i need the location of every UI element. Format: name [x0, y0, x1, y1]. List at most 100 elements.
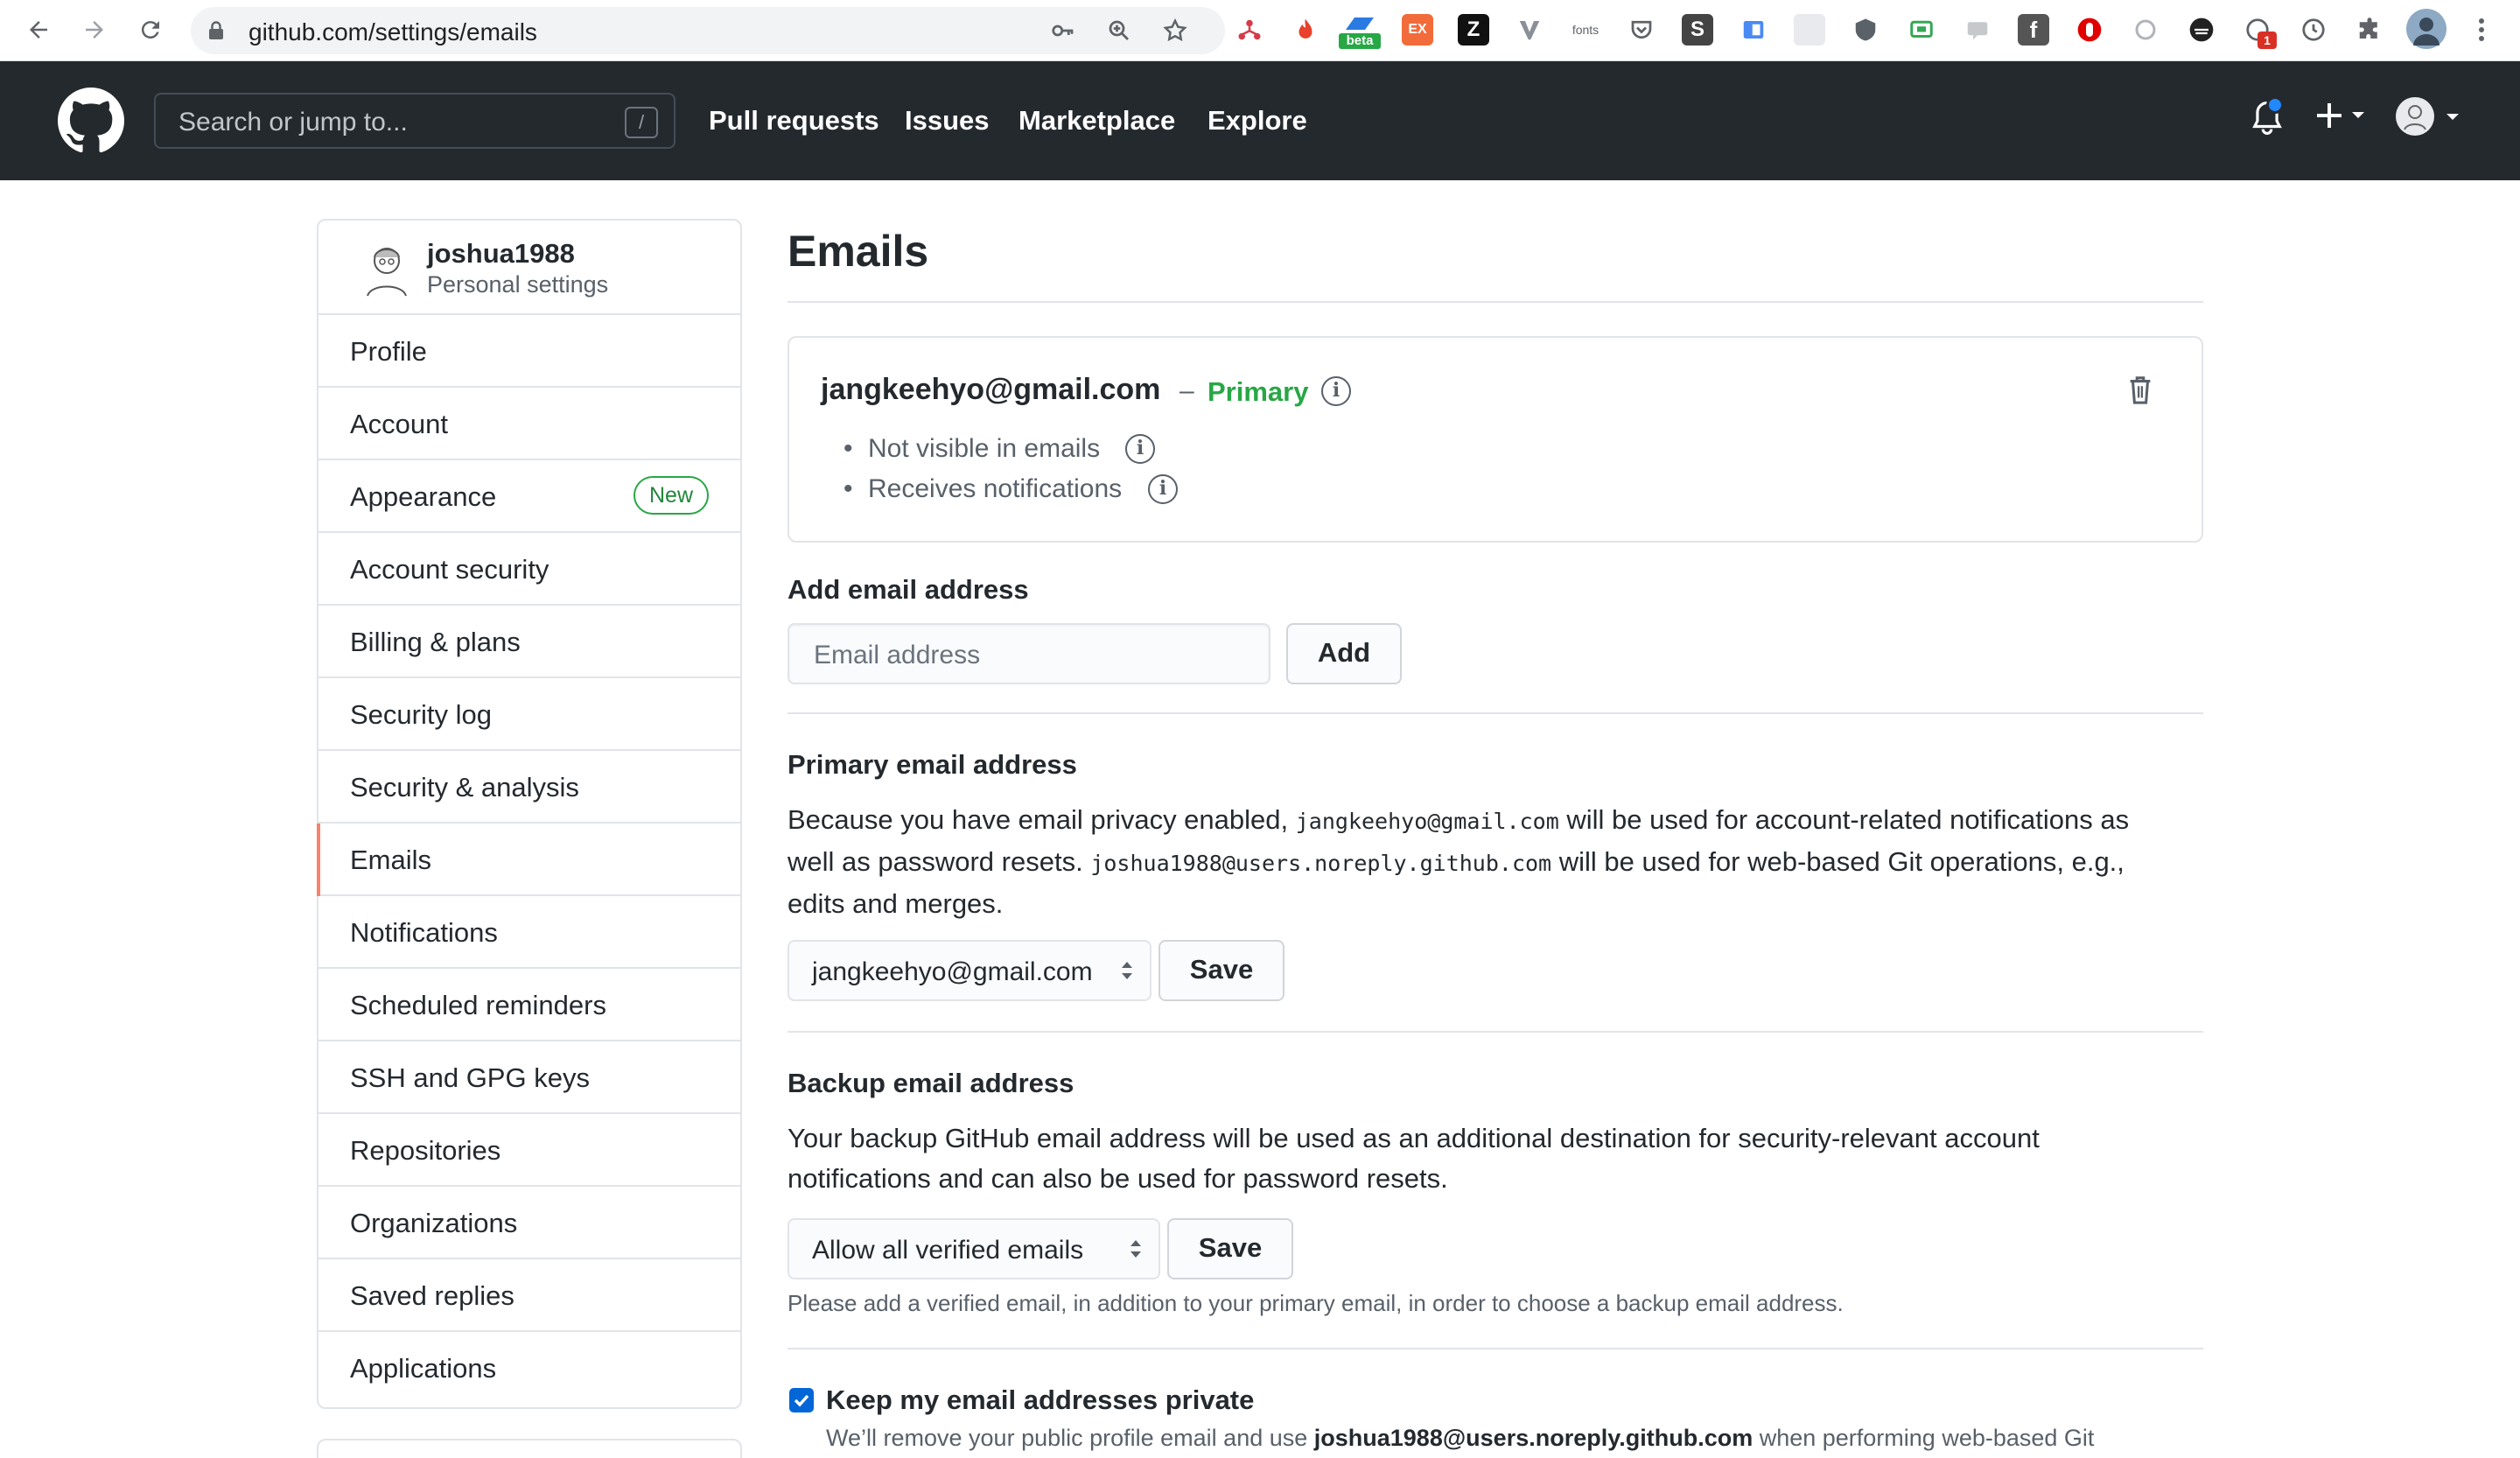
extension-translate-icon[interactable]	[1738, 14, 1769, 46]
sidebar-username[interactable]: joshua1988	[427, 238, 575, 270]
sidebar-item-label: Saved replies	[350, 1280, 514, 1311]
sidebar-item-repositories[interactable]: Repositories	[318, 1114, 740, 1187]
reload-icon[interactable]	[131, 11, 170, 49]
sidebar-item-account-security[interactable]: Account security	[318, 533, 740, 606]
save-backup-email-button[interactable]: Save	[1167, 1218, 1293, 1279]
email-bullet-visibility: Not visible in emails	[844, 434, 1100, 464]
sidebar-item-billing[interactable]: Billing & plans	[318, 606, 740, 678]
back-icon[interactable]	[19, 11, 58, 49]
sidebar-item-ssh-gpg-keys[interactable]: SSH and GPG keys	[318, 1041, 740, 1114]
extension-network-icon[interactable]	[1234, 14, 1265, 46]
extension-v-icon[interactable]	[1514, 14, 1545, 46]
extension-ring-icon[interactable]	[2130, 14, 2161, 46]
search-shortcut-key: /	[625, 107, 658, 138]
description-text: will be used for web-based Git operation…	[1551, 846, 2124, 877]
trash-icon[interactable]	[2128, 375, 2152, 404]
email-card: jangkeehyo@gmail.com – Primary i Not vis…	[788, 336, 2203, 543]
add-email-button[interactable]: Add	[1286, 623, 1402, 684]
key-icon[interactable]	[1050, 18, 1076, 44]
info-icon[interactable]: i	[1125, 434, 1155, 464]
section-divider	[788, 1031, 2203, 1033]
extension-ex-icon[interactable]: EX	[1402, 14, 1433, 46]
extensions-puzzle-icon[interactable]	[2354, 14, 2385, 46]
code-email: jangkeehyo@gmail.com	[1295, 809, 1559, 834]
extension-grid-icon[interactable]	[1794, 14, 1825, 46]
browser-menu-icon[interactable]	[2462, 11, 2501, 49]
extension-stop-icon[interactable]	[2074, 14, 2105, 46]
email-address-input[interactable]: Email address	[788, 623, 1270, 684]
sidebar-item-label: Billing & plans	[350, 627, 521, 657]
sidebar-item-label: Scheduled reminders	[350, 990, 606, 1020]
github-logo-icon[interactable]	[58, 88, 124, 154]
extension-badge: 1	[2258, 32, 2277, 49]
extension-dark-icon[interactable]	[2186, 14, 2217, 46]
extension-f-icon[interactable]: f	[2018, 14, 2049, 46]
backup-email-heading: Backup email address	[788, 1068, 1074, 1098]
keep-private-checkbox[interactable]	[789, 1388, 814, 1412]
sidebar-item-label: Appearance	[350, 481, 497, 512]
new-badge: New	[633, 476, 709, 515]
sidebar-item-profile[interactable]: Profile	[318, 315, 740, 388]
extension-z-icon[interactable]: Z	[1458, 14, 1489, 46]
email-bullet-notifications: Receives notifications	[844, 474, 1122, 504]
url-text: github.com/settings/emails	[248, 18, 537, 46]
primary-email-selected: jangkeehyo@gmail.com	[812, 957, 1093, 986]
nav-pull-requests[interactable]: Pull requests	[709, 105, 879, 137]
keep-private-label[interactable]: Keep my email addresses private	[826, 1384, 1254, 1416]
user-menu-dropdown[interactable]	[2396, 96, 2466, 141]
sidebar-item-scheduled-reminders[interactable]: Scheduled reminders	[318, 969, 740, 1041]
save-primary-email-button[interactable]: Save	[1158, 940, 1284, 1001]
browser-toolbar: github.com/settings/emails beta EX Z fon…	[0, 0, 2520, 61]
sidebar-item-notifications[interactable]: Notifications	[318, 896, 740, 969]
backup-email-select[interactable]: Allow all verified emails	[788, 1218, 1160, 1279]
extension-clock-icon[interactable]	[2298, 14, 2329, 46]
extension-s-icon[interactable]: S	[1682, 14, 1713, 46]
description-text: notifications and can also be used for p…	[788, 1163, 1448, 1194]
sidebar-item-account[interactable]: Account	[318, 388, 740, 460]
settings-sidebar: joshua1988 Personal settings Profile Acc…	[317, 219, 742, 1409]
sidebar-item-applications[interactable]: Applications	[318, 1332, 740, 1405]
description-text: Your backup GitHub email address will be…	[788, 1123, 2040, 1153]
forward-icon[interactable]	[75, 11, 114, 49]
extension-pocket-icon[interactable]	[1626, 14, 1657, 46]
extension-fire-icon[interactable]	[1290, 14, 1321, 46]
sidebar-item-label: Security & analysis	[350, 772, 579, 803]
extension-wordpress-icon[interactable]: 1	[2242, 14, 2277, 49]
extension-chat-icon[interactable]	[1962, 14, 1993, 46]
search-input[interactable]: Search or jump to... /	[154, 93, 676, 149]
sidebar-item-security-log[interactable]: Security log	[318, 678, 740, 751]
sidebar-item-security-analysis[interactable]: Security & analysis	[318, 751, 740, 824]
email-separator: –	[1180, 376, 1194, 405]
extension-fonts-icon[interactable]: fonts	[1570, 14, 1601, 46]
sidebar-item-organizations[interactable]: Organizations	[318, 1187, 740, 1259]
add-email-heading: Add email address	[788, 574, 1029, 605]
nav-explore[interactable]: Explore	[1208, 105, 1307, 137]
sidebar-item-appearance[interactable]: Appearance New	[318, 460, 740, 533]
info-icon[interactable]: i	[1321, 376, 1351, 406]
sidebar-item-emails[interactable]: Emails	[317, 824, 740, 896]
sidebar-item-label: Profile	[350, 336, 427, 367]
address-bar[interactable]: github.com/settings/emails	[191, 7, 1225, 54]
extension-beta-icon[interactable]: beta	[1339, 14, 1381, 49]
sidebar-subtitle: Personal settings	[427, 271, 609, 298]
nav-issues[interactable]: Issues	[905, 105, 990, 137]
info-icon[interactable]: i	[1148, 474, 1178, 504]
sidebar-item-saved-replies[interactable]: Saved replies	[318, 1259, 740, 1332]
extension-shield-icon[interactable]	[1850, 14, 1881, 46]
zoom-icon[interactable]	[1106, 18, 1132, 44]
create-new-dropdown[interactable]	[2314, 96, 2370, 139]
checkmark-icon	[794, 1394, 809, 1407]
description-text: will be used for account-related notific…	[1558, 804, 2130, 835]
email-input-placeholder: Email address	[814, 641, 981, 669]
primary-email-description: Because you have email privacy enabled, …	[788, 800, 2188, 924]
github-header: Search or jump to... / Pull requests Iss…	[0, 61, 2520, 180]
nav-marketplace[interactable]: Marketplace	[1018, 105, 1175, 137]
avatar	[367, 248, 407, 297]
browser-profile-avatar[interactable]	[2406, 9, 2446, 49]
sidebar-item-label: Organizations	[350, 1208, 518, 1238]
title-divider	[788, 301, 2203, 303]
noreply-email: joshua1988@users.noreply.github.com	[1313, 1425, 1754, 1451]
extension-screen-icon[interactable]	[1906, 14, 1937, 46]
bookmark-star-icon[interactable]	[1162, 18, 1188, 44]
primary-email-select[interactable]: jangkeehyo@gmail.com	[788, 940, 1152, 1001]
